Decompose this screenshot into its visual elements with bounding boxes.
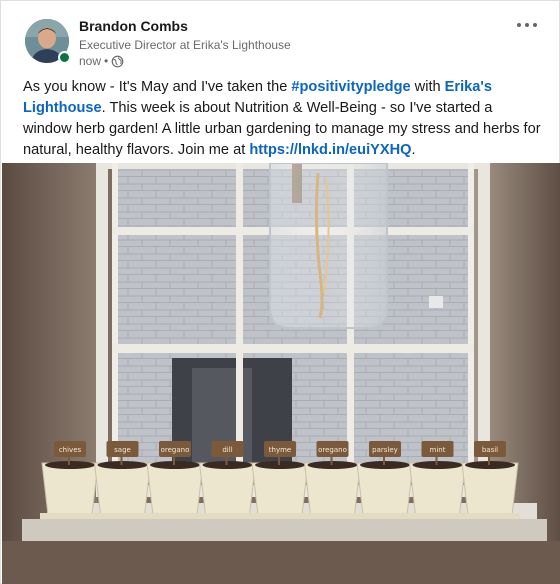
dot-icon [533, 23, 537, 27]
pot-tray [407, 513, 468, 519]
post-text: As you know - It's May and I've taken th… [23, 77, 543, 161]
avatar[interactable] [25, 19, 71, 64]
post-text-part: As you know - It's May and I've taken th… [23, 79, 292, 95]
pot [461, 462, 519, 516]
plant-tag-label: sage [114, 446, 131, 454]
pot-tray [92, 513, 153, 519]
pot-tray [250, 513, 310, 519]
pot [198, 462, 257, 516]
pot [356, 462, 414, 516]
plant-tag-label: basil [482, 446, 498, 454]
post-time: now [79, 54, 102, 68]
herb-pots: chives sage oregano dill thyme oregano parsley… [40, 441, 520, 519]
pot [93, 462, 152, 516]
post-photo[interactable]: chives sage oregano dill thyme oregano parsley… [2, 163, 560, 584]
author-headline: Executive Director at Erika's Lighthouse [79, 38, 291, 52]
pot-tray [145, 513, 205, 519]
more-options-button[interactable] [513, 15, 541, 35]
short-url-link[interactable]: https://lnkd.in/euiYXHQ [249, 142, 411, 158]
plant-tag-label: thyme [269, 446, 291, 454]
pot [41, 462, 99, 516]
pot-tray [302, 513, 363, 519]
dot-icon [525, 23, 529, 27]
post-card: Brandon Combs Executive Director at Erik… [0, 0, 560, 584]
plant-tag-label: oregano [161, 446, 190, 454]
meta-separator: • [104, 54, 109, 68]
post-text-part: . [411, 142, 416, 158]
plant-tag-label: chives [59, 446, 82, 454]
plant-tag-label: dill [222, 446, 232, 454]
post-text-part: with [410, 79, 445, 95]
online-status-indicator [58, 51, 71, 64]
pot-tray [355, 513, 415, 519]
pot [303, 462, 362, 516]
plant-tag-label: mint [430, 446, 446, 454]
hashtag-link[interactable]: #positivitypledge [291, 79, 410, 95]
author-name[interactable]: Brandon Combs [79, 18, 188, 34]
pot [408, 462, 467, 516]
globe-icon [111, 55, 124, 67]
pot [251, 462, 309, 516]
pot-tray [40, 513, 100, 519]
plant-tag-label: oregano [318, 446, 347, 454]
pot-tray [197, 513, 258, 519]
post-meta: now • [79, 54, 124, 68]
plant-tag-label: parsley [372, 446, 398, 454]
pot [146, 462, 204, 516]
herb-garden-photo: chives sage oregano dill thyme oregano parsley… [2, 163, 560, 584]
pot-tray [460, 513, 520, 519]
dot-icon [517, 23, 521, 27]
